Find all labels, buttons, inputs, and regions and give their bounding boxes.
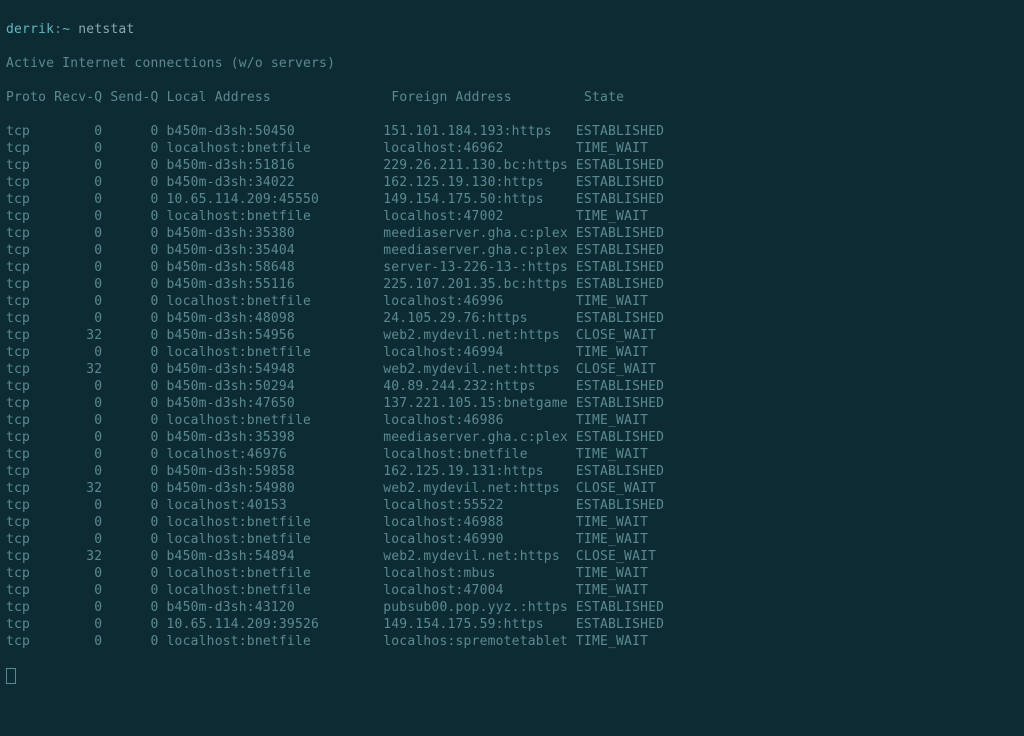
table-row: tcp 0 0 localhost:46976 localhost:bnetfi…	[6, 446, 1018, 463]
table-row: tcp 0 0 localhost:bnetfile localhost:470…	[6, 582, 1018, 599]
connections-title: Active Internet connections (w/o servers…	[6, 55, 1018, 72]
table-row: tcp 0 0 b450m-d3sh:50450 151.101.184.193…	[6, 123, 1018, 140]
table-row: tcp 0 0 10.65.114.209:39526 149.154.175.…	[6, 616, 1018, 633]
connection-rows: tcp 0 0 b450m-d3sh:50450 151.101.184.193…	[6, 123, 1018, 650]
table-row: tcp 0 0 b450m-d3sh:50294 40.89.244.232:h…	[6, 378, 1018, 395]
table-row: tcp 0 0 b450m-d3sh:35398 meediaserver.gh…	[6, 429, 1018, 446]
table-row: tcp 0 0 b450m-d3sh:59858 162.125.19.131:…	[6, 463, 1018, 480]
table-row: tcp 0 0 b450m-d3sh:47650 137.221.105.15:…	[6, 395, 1018, 412]
table-row: tcp 0 0 localhost:bnetfile localhos:spre…	[6, 633, 1018, 650]
col-foreign: Foreign Address	[391, 90, 511, 105]
table-row: tcp 32 0 b450m-d3sh:54980 web2.mydevil.n…	[6, 480, 1018, 497]
col-proto: Proto	[6, 90, 46, 105]
prompt-user: derrik	[6, 22, 54, 37]
table-row: tcp 0 0 b450m-d3sh:43120 pubsub00.pop.yy…	[6, 599, 1018, 616]
col-local: Local Address	[167, 90, 271, 105]
table-row: tcp 0 0 localhost:bnetfile localhost:469…	[6, 531, 1018, 548]
table-row: tcp 0 0 b450m-d3sh:35404 meediaserver.gh…	[6, 242, 1018, 259]
table-row: tcp 0 0 localhost:bnetfile localhost:469…	[6, 140, 1018, 157]
terminal-window[interactable]: derrik:~ netstat Active Internet connect…	[0, 0, 1024, 705]
col-recvq: Recv-Q	[54, 90, 102, 105]
table-row: tcp 0 0 b450m-d3sh:34022 162.125.19.130:…	[6, 174, 1018, 191]
table-row: tcp 0 0 localhost:40153 localhost:55522 …	[6, 497, 1018, 514]
table-row: tcp 32 0 b450m-d3sh:54948 web2.mydevil.n…	[6, 361, 1018, 378]
block-cursor-icon	[6, 668, 16, 684]
prompt-separator: :	[54, 22, 62, 37]
table-row: tcp 32 0 b450m-d3sh:54956 web2.mydevil.n…	[6, 327, 1018, 344]
prompt-line: derrik:~ netstat	[6, 21, 1018, 38]
table-row: tcp 0 0 localhost:bnetfile localhost:469…	[6, 293, 1018, 310]
cursor-line	[6, 667, 1018, 684]
table-row: tcp 0 0 b450m-d3sh:35380 meediaserver.gh…	[6, 225, 1018, 242]
table-row: tcp 0 0 b450m-d3sh:55116 225.107.201.35.…	[6, 276, 1018, 293]
command-text: netstat	[78, 22, 134, 37]
column-headers: Proto Recv-Q Send-Q Local Address Foreig…	[6, 89, 1018, 106]
table-row: tcp 0 0 localhost:bnetfile localhost:mbu…	[6, 565, 1018, 582]
table-row: tcp 0 0 localhost:bnetfile localhost:469…	[6, 344, 1018, 361]
table-row: tcp 32 0 b450m-d3sh:54894 web2.mydevil.n…	[6, 548, 1018, 565]
table-row: tcp 0 0 b450m-d3sh:48098 24.105.29.76:ht…	[6, 310, 1018, 327]
table-row: tcp 0 0 localhost:bnetfile localhost:470…	[6, 208, 1018, 225]
table-row: tcp 0 0 localhost:bnetfile localhost:469…	[6, 514, 1018, 531]
table-row: tcp 0 0 b450m-d3sh:51816 229.26.211.130.…	[6, 157, 1018, 174]
table-row: tcp 0 0 10.65.114.209:45550 149.154.175.…	[6, 191, 1018, 208]
table-row: tcp 0 0 localhost:bnetfile localhost:469…	[6, 412, 1018, 429]
table-row: tcp 0 0 b450m-d3sh:58648 server-13-226-1…	[6, 259, 1018, 276]
col-sendq: Send-Q	[110, 90, 158, 105]
col-state: State	[584, 90, 624, 105]
